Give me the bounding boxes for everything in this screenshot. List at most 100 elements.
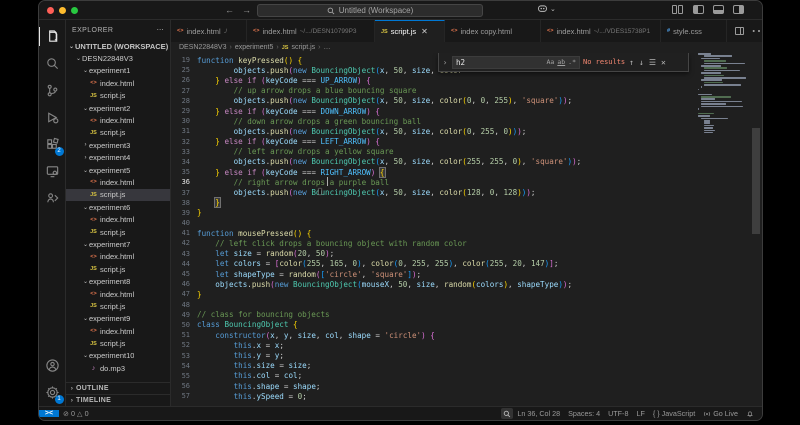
code-line[interactable]: 32 } else if (keyCode === LEFT_ARROW) {: [171, 137, 700, 147]
activity-extensions[interactable]: 2: [39, 131, 66, 158]
encoding-setting[interactable]: UTF-8: [604, 409, 632, 418]
language-mode[interactable]: { } JavaScript: [649, 409, 699, 418]
tree-item-experiment9[interactable]: ⌄experiment9: [66, 313, 170, 325]
breadcrumb-item[interactable]: DESN22848V3: [179, 44, 226, 51]
tree-item-index-html[interactable]: <>index.html: [66, 251, 170, 263]
code-line[interactable]: 46 objects.push(new BouncingObject(mouse…: [171, 279, 700, 289]
activity-run-debug[interactable]: [39, 104, 66, 131]
find-expand-icon[interactable]: ›: [441, 58, 449, 67]
tab-index-html[interactable]: <>index.html./: [171, 20, 247, 42]
timeline-panel-header[interactable]: › TIMELINE: [66, 394, 170, 406]
find-in-selection-icon[interactable]: ☰: [648, 58, 657, 67]
find-previous-icon[interactable]: ↑: [628, 58, 635, 67]
code-line[interactable]: 44 let colors = [color(255, 165, 0), col…: [171, 259, 700, 269]
customize-layout-icon[interactable]: [672, 5, 684, 14]
code-line[interactable]: 26 } else if (keyCode === UP_ARROW) {: [171, 75, 700, 85]
tree-item-index-html[interactable]: <>index.html: [66, 213, 170, 225]
match-case-toggle[interactable]: Aa: [547, 58, 555, 66]
activity-live-share[interactable]: [39, 185, 66, 212]
code-line[interactable]: 54 this.size = size;: [171, 361, 700, 371]
nav-forward-icon[interactable]: →: [242, 5, 251, 15]
code-area[interactable]: 19function keyPressed() {25 objects.push…: [171, 55, 700, 401]
account-button[interactable]: [39, 352, 66, 379]
go-live-button[interactable]: Go Live: [699, 409, 742, 418]
tab-more-actions-icon[interactable]: ⋯: [751, 21, 763, 41]
tree-item-do-mp3[interactable]: ♪do.mp3: [66, 362, 170, 374]
tree-item-index-html[interactable]: <>index.html: [66, 288, 170, 300]
toggle-secondary-sidebar-icon[interactable]: [733, 5, 744, 14]
tree-item-experiment5[interactable]: ⌄experiment5: [66, 164, 170, 176]
find-close-icon[interactable]: ✕: [660, 58, 667, 67]
code-line[interactable]: 42 // left click drops a bouncing object…: [171, 238, 700, 248]
tree-item-experiment6[interactable]: ⌄experiment6: [66, 201, 170, 213]
nav-back-icon[interactable]: ←: [225, 5, 234, 15]
indentation-setting[interactable]: Spaces: 4: [564, 409, 604, 418]
close-window-button[interactable]: [47, 7, 54, 14]
tree-item-index-html[interactable]: <>index.html: [66, 77, 170, 89]
tree-item-experiment3[interactable]: ›experiment3: [66, 139, 170, 151]
code-line[interactable]: 52 this.x = x;: [171, 340, 700, 350]
activity-remote-explorer[interactable]: [39, 158, 66, 185]
tab-index-copy-html[interactable]: <>index copy.html: [445, 20, 541, 42]
tree-item-experiment4[interactable]: ›experiment4: [66, 152, 170, 164]
zoom-indicator[interactable]: [501, 408, 513, 419]
breadcrumb-item[interactable]: experiment5: [235, 44, 274, 51]
tree-item-script-js[interactable]: JSscript.js: [66, 263, 170, 275]
tree-item-index-html[interactable]: <>index.html: [66, 325, 170, 337]
breadcrumb[interactable]: DESN22848V3›experiment5›JSscript.js›…: [171, 42, 762, 53]
minimap[interactable]: [698, 53, 744, 406]
problems-indicator[interactable]: ⊘0 △0: [59, 409, 93, 418]
maximize-window-button[interactable]: [71, 7, 78, 14]
code-line[interactable]: 56 this.shape = shape;: [171, 381, 700, 391]
code-line[interactable]: 53 this.y = y;: [171, 350, 700, 360]
activity-search[interactable]: [39, 50, 66, 77]
find-input[interactable]: h2 Aa ab .*: [452, 56, 580, 69]
code-line[interactable]: 45 let shapeType = random(['circle', 'sq…: [171, 269, 700, 279]
code-line[interactable]: 37 objects.push(new BouncingObject(x, 50…: [171, 187, 700, 197]
whole-word-toggle[interactable]: ab: [557, 58, 565, 66]
breadcrumb-item[interactable]: …: [324, 44, 331, 51]
tree-item-experiment10[interactable]: ⌄experiment10: [66, 350, 170, 362]
activity-explorer[interactable]: [39, 23, 66, 50]
code-line[interactable]: 49// class for bouncing objects: [171, 310, 700, 320]
tree-item-script-js[interactable]: JSscript.js: [66, 90, 170, 102]
settings-button[interactable]: 1: [39, 379, 66, 406]
tree-item-desn22848v3[interactable]: ⌄DESN22848V3: [66, 52, 170, 64]
activity-source-control[interactable]: [39, 77, 66, 104]
code-line[interactable]: 36 // right arrow drops a purple ball: [171, 177, 700, 187]
code-line[interactable]: 50class BouncingObject {: [171, 320, 700, 330]
tree-item-experiment8[interactable]: ⌄experiment8: [66, 275, 170, 287]
code-line[interactable]: 41function mousePressed() {: [171, 228, 700, 238]
explorer-more-icon[interactable]: ⋯: [157, 26, 164, 34]
tree-item-untitled-workspace-[interactable]: ⌄UNTITLED (WORKSPACE): [66, 40, 170, 52]
breadcrumb-item[interactable]: script.js: [291, 44, 315, 51]
code-line[interactable]: 57 this.ySpeed = 0;: [171, 391, 700, 401]
code-line[interactable]: 29 } else if (keyCode === DOWN_ARROW) {: [171, 106, 700, 116]
tab-index-html[interactable]: <>index.html~/.../VDES15738P1: [541, 20, 661, 42]
tab-index-html[interactable]: <>index.html~/.../DESN10799P3: [247, 20, 375, 42]
toggle-primary-sidebar-icon[interactable]: [693, 5, 704, 14]
tree-item-experiment1[interactable]: ⌄experiment1: [66, 65, 170, 77]
code-line[interactable]: 35 } else if (keyCode === RIGHT_ARROW) {: [171, 167, 700, 177]
tree-item-script-js[interactable]: JSscript.js: [66, 337, 170, 349]
code-line[interactable]: 34 objects.push(new BouncingObject(x, 50…: [171, 157, 700, 167]
eol-setting[interactable]: LF: [632, 409, 648, 418]
tab-style-css[interactable]: #style.css: [661, 20, 727, 42]
remote-indicator[interactable]: ><: [39, 410, 59, 417]
code-line[interactable]: 39}: [171, 208, 700, 218]
editor-scrollbar[interactable]: [752, 128, 760, 234]
tree-item-script-js[interactable]: JSscript.js: [66, 127, 170, 139]
minimize-window-button[interactable]: [59, 7, 66, 14]
code-line[interactable]: 48: [171, 300, 700, 310]
tree-item-script-js[interactable]: JSscript.js: [66, 189, 170, 201]
cursor-position[interactable]: Ln 36, Col 28: [513, 409, 564, 418]
find-next-icon[interactable]: ↓: [638, 58, 645, 67]
code-editor[interactable]: 19function keyPressed() {25 objects.push…: [171, 53, 762, 406]
code-line[interactable]: 51 constructor(x, y, size, col, shape = …: [171, 330, 700, 340]
tree-item-experiment7[interactable]: ⌄experiment7: [66, 238, 170, 250]
code-line[interactable]: 38 }: [171, 198, 700, 208]
code-line[interactable]: 27 // up arrow drops a blue bouncing squ…: [171, 86, 700, 96]
code-line[interactable]: 28 objects.push(new BouncingObject(x, 50…: [171, 96, 700, 106]
notifications-button[interactable]: [742, 409, 758, 418]
code-line[interactable]: 31 objects.push(new BouncingObject(x, 50…: [171, 126, 700, 136]
